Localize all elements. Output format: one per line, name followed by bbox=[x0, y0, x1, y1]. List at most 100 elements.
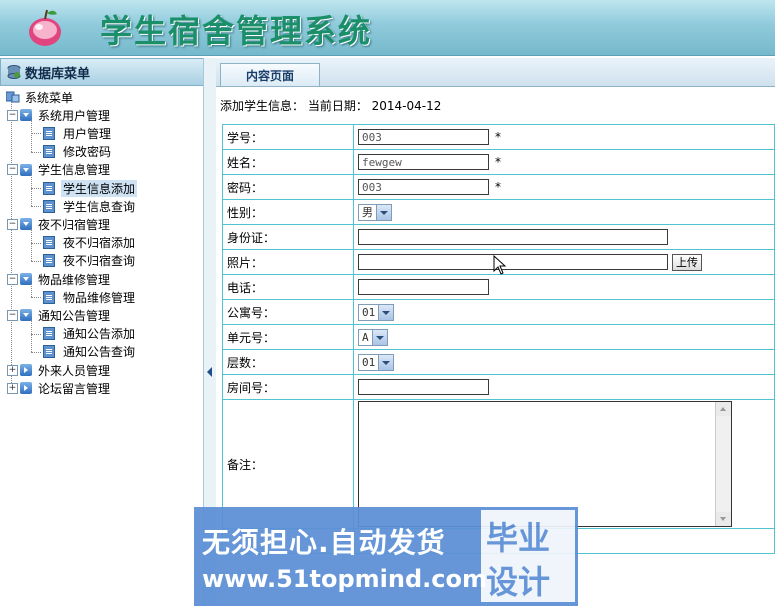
sidebar-group-label: 论坛留言管理 bbox=[38, 381, 111, 396]
unit-label: 单元号： bbox=[222, 324, 354, 350]
collapse-arrow-icon[interactable] bbox=[207, 367, 212, 377]
required-mark: * bbox=[495, 130, 501, 144]
name-input[interactable]: fewgew bbox=[358, 154, 489, 170]
watermark-line1: 无须担心.自动发货 bbox=[202, 526, 446, 559]
tree-connector bbox=[31, 120, 32, 152]
page-icon bbox=[43, 290, 55, 304]
sidebar-group-2[interactable]: − 学生信息管理 bbox=[7, 161, 112, 179]
watermark-side2: 设计 bbox=[486, 563, 551, 601]
sidebar-item[interactable]: 通知公告添加 bbox=[43, 325, 137, 343]
app-header: 学生宿舍管理系统 bbox=[0, 0, 775, 56]
tree-connector bbox=[31, 260, 41, 262]
watermark-banner: 无须担心.自动发货 www.51topmind.com 毕业 设计 bbox=[194, 507, 578, 606]
page-icon bbox=[43, 181, 55, 195]
name-label: 姓名： bbox=[222, 149, 354, 175]
form-row-id-card: 身份证： bbox=[222, 224, 775, 250]
collapse-icon[interactable]: − bbox=[7, 109, 18, 121]
sidebar-item-label: 用户管理 bbox=[63, 126, 112, 141]
gender-select[interactable]: 男 bbox=[358, 203, 392, 221]
chevron-down-icon[interactable] bbox=[376, 204, 391, 220]
form-row-password: 密码： 003 * bbox=[222, 174, 775, 200]
sidebar-item[interactable]: 夜不归宿查询 bbox=[43, 252, 137, 270]
password-input[interactable]: 003 bbox=[358, 179, 489, 195]
tab-bar: 内容页面 bbox=[216, 58, 775, 87]
upload-button[interactable]: 上传 bbox=[672, 253, 702, 271]
sidebar-item[interactable]: 用户管理 bbox=[43, 124, 113, 142]
sidebar-group-label: 学生信息管理 bbox=[38, 163, 111, 178]
phone-input[interactable] bbox=[358, 279, 489, 295]
sidebar-item-label: 通知公告查询 bbox=[63, 345, 136, 360]
textarea-scrollbar[interactable] bbox=[715, 402, 731, 526]
form-row-unit: 单元号： A bbox=[222, 324, 775, 350]
folder-icon bbox=[20, 382, 32, 395]
photo-label: 照片： bbox=[222, 249, 354, 275]
room-input[interactable] bbox=[358, 379, 489, 395]
tree-connector bbox=[31, 351, 41, 353]
required-mark: * bbox=[495, 155, 501, 169]
tab-content-page[interactable]: 内容页面 bbox=[220, 63, 320, 86]
apple-logo-icon bbox=[29, 9, 61, 46]
collapse-icon[interactable]: − bbox=[7, 218, 18, 230]
sidebar-title: 数据库菜单 bbox=[25, 66, 91, 82]
root-menu-icon bbox=[6, 91, 20, 103]
tree-connector bbox=[31, 174, 32, 207]
unit-select[interactable]: A bbox=[358, 328, 388, 346]
tree-connector bbox=[31, 151, 41, 153]
sidebar-item[interactable]: 通知公告查询 bbox=[43, 343, 137, 361]
sidebar-group-7[interactable]: + 论坛留言管理 bbox=[7, 379, 112, 397]
floor-select[interactable]: 01 bbox=[358, 353, 395, 371]
chevron-down-icon[interactable] bbox=[378, 354, 394, 370]
tree-root-label: 系统菜单 bbox=[25, 90, 74, 105]
watermark-url: www.51topmind.com bbox=[202, 565, 487, 593]
sidebar: 数据库菜单 系统菜单 − 系统用户管理 用户管理 修改密码 − 学生信息管理 学生信息添加 学生… bbox=[0, 58, 214, 606]
student-add-form: 学号： 003 * 姓名： fewgew * 密码： 003 * 性别： 男 身份证：… bbox=[222, 124, 775, 554]
sidebar-header: 数据库菜单 bbox=[0, 58, 213, 86]
sidebar-group-6[interactable]: + 外来人员管理 bbox=[7, 361, 112, 379]
scroll-up-icon[interactable] bbox=[716, 402, 731, 416]
tree-connector bbox=[31, 284, 32, 298]
tree-connector bbox=[31, 188, 41, 189]
sidebar-group-label: 系统用户管理 bbox=[38, 108, 111, 123]
sidebar-group-label: 物品维修管理 bbox=[38, 272, 111, 287]
tree-connector bbox=[31, 297, 41, 299]
phone-label: 电话： bbox=[222, 274, 354, 300]
apartment-label: 公寓号： bbox=[222, 299, 354, 325]
sidebar-item[interactable]: 夜不归宿添加 bbox=[43, 234, 137, 252]
student-no-input[interactable]: 003 bbox=[358, 129, 489, 145]
chevron-down-icon[interactable] bbox=[378, 304, 394, 320]
form-row-room: 房间号： bbox=[222, 374, 775, 400]
sidebar-item[interactable]: 修改密码 bbox=[43, 143, 113, 161]
collapse-icon[interactable]: − bbox=[7, 273, 18, 285]
form-row-floor: 层数： 01 bbox=[222, 349, 775, 375]
id-card-input[interactable] bbox=[358, 229, 668, 245]
tree-connector bbox=[31, 333, 41, 335]
sidebar-group-1[interactable]: − 系统用户管理 bbox=[7, 106, 112, 124]
sidebar-group-4[interactable]: − 物品维修管理 bbox=[7, 270, 112, 288]
chevron-down-icon[interactable] bbox=[371, 329, 387, 345]
photo-input[interactable] bbox=[358, 254, 668, 270]
sidebar-item-label: 通知公告添加 bbox=[63, 327, 136, 342]
page-icon bbox=[43, 327, 55, 341]
form-row-phone: 电话： bbox=[222, 274, 775, 300]
sidebar-item[interactable]: 学生信息添加 bbox=[43, 179, 138, 197]
tree-root[interactable]: 系统菜单 bbox=[6, 88, 75, 106]
form-row-student-no: 学号： 003 * bbox=[222, 124, 775, 150]
page-icon bbox=[43, 236, 55, 250]
sidebar-item[interactable]: 学生信息查询 bbox=[43, 197, 137, 215]
password-label: 密码： bbox=[222, 174, 354, 200]
database-icon bbox=[7, 65, 21, 79]
collapse-icon[interactable]: − bbox=[7, 309, 18, 321]
sidebar-item-label: 学生信息查询 bbox=[63, 199, 136, 214]
expand-icon[interactable]: + bbox=[7, 382, 18, 394]
sidebar-item-label: 物品维修管理 bbox=[63, 290, 136, 305]
sidebar-group-5[interactable]: − 通知公告管理 bbox=[7, 306, 112, 324]
apartment-select[interactable]: 01 bbox=[358, 303, 395, 321]
sidebar-item[interactable]: 物品维修管理 bbox=[43, 288, 137, 306]
sidebar-group-3[interactable]: − 夜不归宿管理 bbox=[7, 215, 112, 233]
sidebar-item-label: 学生信息添加 bbox=[61, 179, 138, 197]
sidebar-group-label: 外来人员管理 bbox=[38, 363, 111, 378]
scroll-down-icon[interactable] bbox=[716, 512, 731, 526]
collapse-icon[interactable]: − bbox=[7, 164, 18, 176]
expand-icon[interactable]: + bbox=[7, 364, 18, 376]
student-no-label: 学号： bbox=[222, 124, 354, 150]
